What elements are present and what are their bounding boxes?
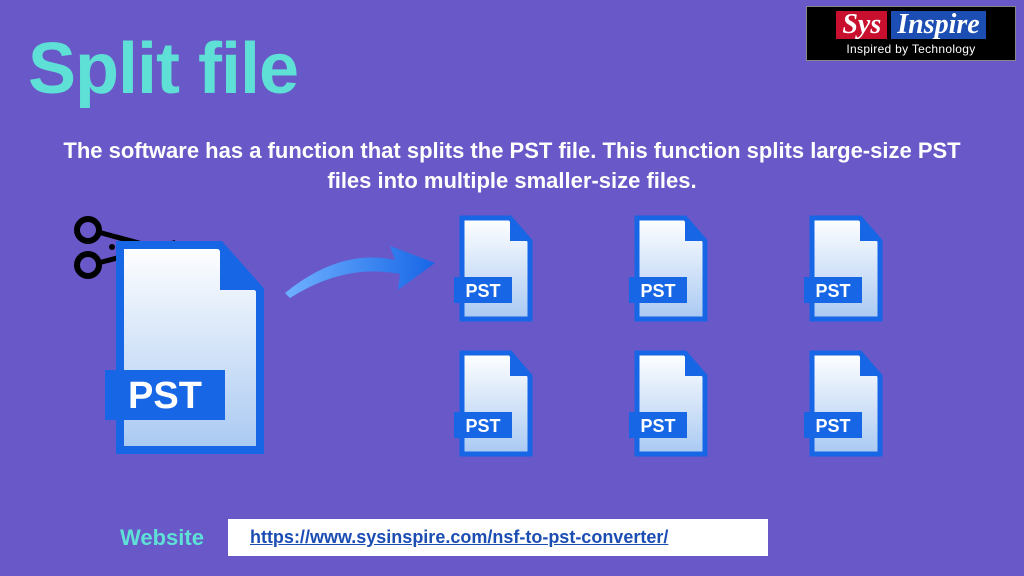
logo-part-inspire: Inspire [891,11,985,39]
website-label: Website [120,525,204,551]
large-pst-file-icon: PST [100,240,280,460]
small-pst-file-icon: PST [625,350,715,460]
svg-text:PST: PST [640,281,675,301]
svg-text:PST: PST [815,416,850,436]
small-pst-file-icon: PST [800,215,890,325]
svg-text:PST: PST [815,281,850,301]
svg-text:PST: PST [640,416,675,436]
split-illustration: PST PST PST PST PST PST PST [70,210,964,490]
brand-logo: Sys Inspire Inspired by Technology [806,6,1016,61]
small-pst-file-icon: PST [625,215,715,325]
svg-text:PST: PST [465,416,500,436]
website-url-link[interactable]: https://www.sysinspire.com/nsf-to-pst-co… [228,519,768,556]
small-pst-file-icon: PST [450,350,540,460]
small-pst-file-icon: PST [800,350,890,460]
svg-text:PST: PST [128,375,202,417]
page-title: Split file [28,28,298,110]
small-files-grid: PST PST PST PST PST PST [450,215,890,460]
logo-tagline: Inspired by Technology [809,40,1013,58]
arrow-icon [280,238,440,308]
description-text: The software has a function that splits … [40,136,984,195]
footer: Website https://www.sysinspire.com/nsf-t… [120,519,768,556]
logo-part-sys: Sys [836,11,887,39]
small-pst-file-icon: PST [450,215,540,325]
logo-text: Sys Inspire [809,9,1013,40]
svg-text:PST: PST [465,281,500,301]
